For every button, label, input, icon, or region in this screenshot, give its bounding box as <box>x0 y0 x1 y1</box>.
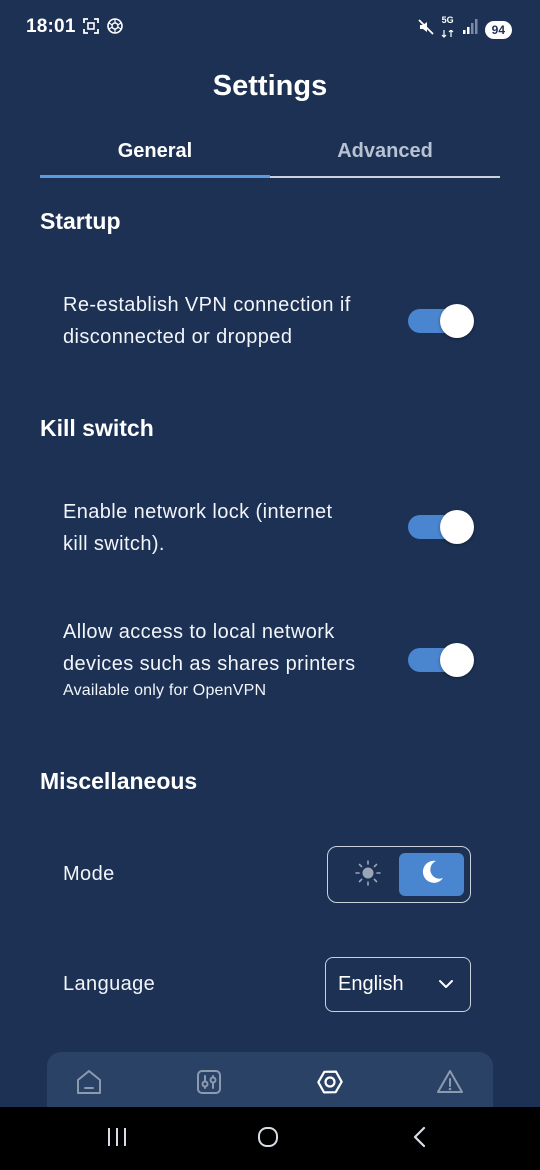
setting-network-lock-label: Enable network lock (internet kill switc… <box>63 501 333 555</box>
recent-apps-icon <box>105 1125 129 1154</box>
status-bar: 18:01 5G 94 <box>0 0 540 56</box>
page-title: Settings <box>212 70 328 102</box>
language-value: English <box>338 973 404 995</box>
mode-label: Mode <box>63 863 115 885</box>
alert-icon <box>435 1067 465 1102</box>
sliders-icon <box>194 1067 224 1102</box>
network-icon: 5G <box>441 16 455 43</box>
home-button[interactable] <box>256 1125 280 1154</box>
back-icon <box>408 1125 432 1154</box>
local-access-note: Available only for OpenVPN <box>63 682 267 699</box>
reconnect-toggle[interactable] <box>408 302 474 338</box>
section-heading-miscellaneous: Miscellaneous <box>40 768 198 794</box>
moon-icon <box>417 857 447 892</box>
mode-switch <box>327 846 471 903</box>
section-heading-startup: Startup <box>40 208 121 234</box>
setting-local-access-label: Allow access to local network devices su… <box>63 621 356 675</box>
tab-bar: General Advanced <box>40 132 500 180</box>
dark-mode-button[interactable] <box>399 853 464 896</box>
light-mode-button[interactable] <box>336 854 400 896</box>
home-icon <box>74 1067 104 1102</box>
section-heading-kill-switch: Kill switch <box>40 415 154 441</box>
language-select[interactable]: English <box>325 957 471 1012</box>
nav-settings[interactable] <box>314 1068 346 1100</box>
home-circle-icon <box>256 1125 280 1154</box>
setting-reconnect-label: Re-establish VPN connection if disconnec… <box>63 294 351 348</box>
mute-icon <box>417 18 435 41</box>
settings-icon <box>315 1067 345 1102</box>
nav-home[interactable] <box>73 1068 105 1100</box>
status-time: 18:01 <box>26 16 76 37</box>
tab-active-indicator <box>40 175 270 178</box>
back-button[interactable] <box>408 1125 432 1154</box>
language-label: Language <box>63 973 156 995</box>
local-access-toggle[interactable] <box>408 641 474 677</box>
system-navigation-bar <box>0 1107 540 1170</box>
sun-icon <box>353 858 383 893</box>
recent-apps-button[interactable] <box>105 1127 129 1151</box>
chatgpt-icon <box>106 17 124 40</box>
screenshot-icon <box>82 17 100 40</box>
tab-general[interactable]: General <box>40 132 270 178</box>
nav-alerts[interactable] <box>434 1068 466 1100</box>
battery-icon: 94 <box>484 20 512 39</box>
tab-advanced[interactable]: Advanced <box>270 132 500 178</box>
network-lock-toggle[interactable] <box>408 508 474 544</box>
signal-icon <box>461 18 479 41</box>
chevron-down-icon <box>438 976 454 997</box>
nav-sliders[interactable] <box>193 1068 225 1100</box>
